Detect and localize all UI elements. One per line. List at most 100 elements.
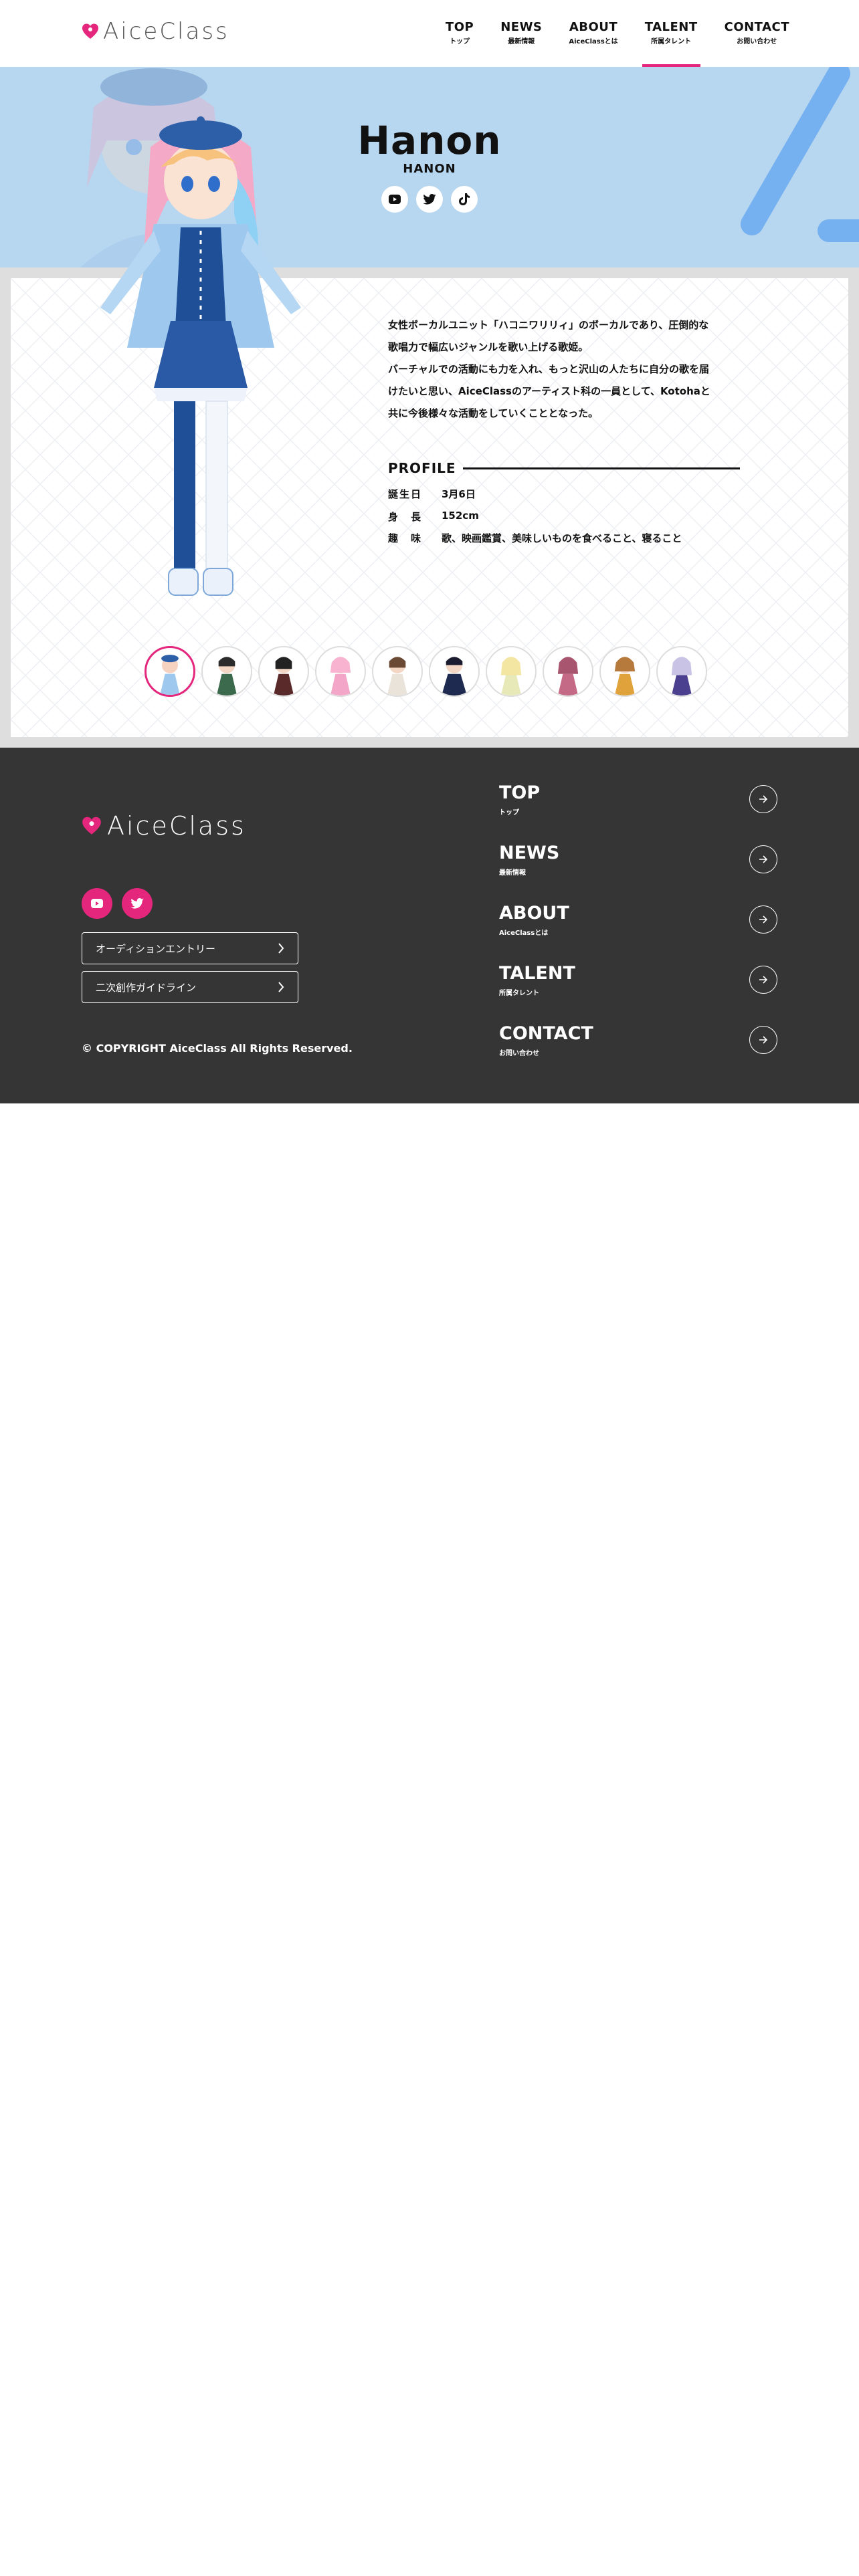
arrow-right-icon: [749, 785, 777, 813]
profile-row-birthday: 誕生日 3月6日: [388, 487, 476, 501]
nav-about-label: ABOUT: [569, 20, 618, 34]
talent-avatar: [671, 657, 692, 695]
heart-logo-icon: [82, 817, 101, 835]
description-line: けたいと思い、AiceClassのアーティスト科の一員として、Kotohaと: [388, 385, 710, 397]
audition-entry-label: オーディションエントリー: [96, 942, 215, 955]
talent-thumbnail[interactable]: [258, 646, 309, 697]
nav-news-sublabel: 最新情報: [508, 38, 535, 45]
footer-nav-top[interactable]: TOP トップ: [499, 782, 777, 823]
footer-nav-label: CONTACT: [499, 1023, 593, 1044]
footer-nav-sublabel: 所属タレント: [499, 990, 539, 997]
footer-nav-label: NEWS: [499, 843, 560, 863]
talent-thumbnail[interactable]: [656, 646, 707, 697]
talent-avatar: [557, 657, 579, 695]
footer-nav-sublabel: お問い合わせ: [499, 1050, 539, 1057]
talent-thumbnail[interactable]: [145, 646, 195, 697]
hero-youtube-link[interactable]: [381, 186, 408, 213]
footer-nav-label: ABOUT: [499, 903, 569, 924]
profile-heading-rule: [462, 467, 740, 469]
footer-youtube-link[interactable]: [82, 888, 112, 919]
talent-thumbnail[interactable]: [599, 646, 650, 697]
talent-description: 女性ボーカルユニット「ハコニワリリィ」のボーカルであり、圧倒的な 歌唱力で幅広い…: [388, 314, 736, 425]
nav-news[interactable]: NEWS 最新情報: [487, 20, 555, 67]
talent-avatar: [500, 657, 522, 695]
profile-heading: PROFILE: [388, 460, 740, 476]
description-line: バーチャルでの活動にも力を入れ、もっと沢山の人たちに自分の歌を届: [388, 363, 710, 375]
nav-contact-sublabel: お問い合わせ: [737, 38, 777, 45]
description-line: 共に今後様々な活動をしていくこととなった。: [388, 407, 599, 419]
description-line: 女性ボーカルユニット「ハコニワリリィ」のボーカルであり、圧倒的な: [388, 319, 709, 331]
footer-nav-sublabel: トップ: [499, 809, 519, 817]
twitter-icon: [130, 898, 144, 909]
footer-logo[interactable]: AiceClass: [82, 811, 246, 841]
profile-value: 歌、映画鑑賞、美味しいものを食べること、寝ること: [442, 532, 682, 544]
main-nav: TOP トップ NEWS 最新情報 ABOUT AiceClassとは TALE…: [432, 20, 803, 67]
nav-top-sublabel: トップ: [450, 38, 470, 45]
tiktok-icon: [459, 193, 470, 205]
profile-value: 3月6日: [442, 488, 476, 500]
audition-entry-button[interactable]: オーディションエントリー: [82, 932, 298, 964]
footer-nav-talent[interactable]: TALENT 所属タレント: [499, 963, 777, 1003]
fan-art-guideline-label: 二次創作ガイドライン: [96, 981, 197, 994]
talent-avatar: [160, 655, 180, 695]
nav-top[interactable]: TOP トップ: [432, 20, 487, 67]
talent-thumbnail[interactable]: [315, 646, 366, 697]
nav-contact[interactable]: CONTACT お問い合わせ: [711, 20, 803, 67]
nav-talent-sublabel: 所属タレント: [651, 38, 692, 45]
talent-thumbnail[interactable]: [543, 646, 593, 697]
talent-avatar: [273, 657, 294, 695]
description-line: 歌唱力で幅広いジャンルを歌い上げる歌姫。: [388, 341, 589, 353]
talent-avatar: [614, 657, 636, 695]
youtube-icon: [91, 899, 103, 908]
profile-title: PROFILE: [388, 460, 456, 476]
site-header: AiceClass TOP トップ NEWS 最新情報 ABOUT AiceCl…: [0, 0, 859, 67]
talent-avatar: [216, 657, 237, 695]
hero-twitter-link[interactable]: [416, 186, 443, 213]
site-footer: AiceClass オーディションエントリー 二次創作ガイドライン © COPY…: [0, 748, 859, 1103]
footer-nav-sublabel: 最新情報: [499, 869, 526, 877]
talent-thumbnail-list: [145, 646, 707, 697]
arrow-right-icon: [749, 845, 777, 873]
fan-art-guideline-button[interactable]: 二次創作ガイドライン: [82, 971, 298, 1003]
footer-nav-label: TALENT: [499, 963, 575, 984]
nav-about-sublabel: AiceClassとは: [569, 38, 618, 45]
site-logo[interactable]: AiceClass: [82, 20, 229, 43]
twitter-icon: [423, 194, 436, 205]
footer-logo-text: AiceClass: [107, 811, 246, 841]
footer-twitter-link[interactable]: [122, 888, 153, 919]
arrow-right-icon: [749, 1026, 777, 1054]
youtube-icon: [389, 195, 401, 204]
hero-tiktok-link[interactable]: [451, 186, 478, 213]
nav-talent-label: TALENT: [644, 20, 698, 34]
profile-key: 身 長: [388, 511, 423, 523]
profile-key: 趣 味: [388, 532, 423, 544]
heart-logo-icon: [82, 23, 98, 39]
logo-text: AiceClass: [103, 18, 229, 45]
nav-about[interactable]: ABOUT AiceClassとは: [555, 20, 631, 67]
talent-thumbnail[interactable]: [486, 646, 537, 697]
nav-top-label: TOP: [445, 20, 474, 34]
talent-character-illustration: [100, 116, 301, 596]
talent-thumbnail[interactable]: [201, 646, 252, 697]
footer-nav-sublabel: AiceClassとは: [499, 930, 549, 937]
nav-contact-label: CONTACT: [724, 20, 789, 34]
footer-social-links: [82, 888, 153, 919]
hero-decorative-stripes: [741, 67, 859, 242]
arrow-right-icon: [749, 966, 777, 994]
nav-news-label: NEWS: [500, 20, 543, 34]
chevron-right-icon: [278, 943, 284, 954]
footer-nav-contact[interactable]: CONTACT お問い合わせ: [499, 1023, 777, 1063]
talent-avatar: [442, 657, 467, 695]
talent-avatar: [387, 657, 408, 695]
profile-row-height: 身 長 152cm: [388, 510, 479, 524]
footer-nav-label: TOP: [499, 782, 541, 803]
footer-nav-news[interactable]: NEWS 最新情報: [499, 843, 777, 883]
copyright-text: © COPYRIGHT AiceClass All Rights Reserve…: [82, 1042, 353, 1055]
nav-talent[interactable]: TALENT 所属タレント: [632, 20, 711, 67]
talent-thumbnail[interactable]: [372, 646, 423, 697]
arrow-right-icon: [749, 905, 777, 934]
talent-thumbnail[interactable]: [429, 646, 480, 697]
footer-nav-about[interactable]: ABOUT AiceClassとは: [499, 903, 777, 943]
profile-value: 152cm: [442, 510, 479, 522]
talent-avatar: [330, 657, 351, 695]
